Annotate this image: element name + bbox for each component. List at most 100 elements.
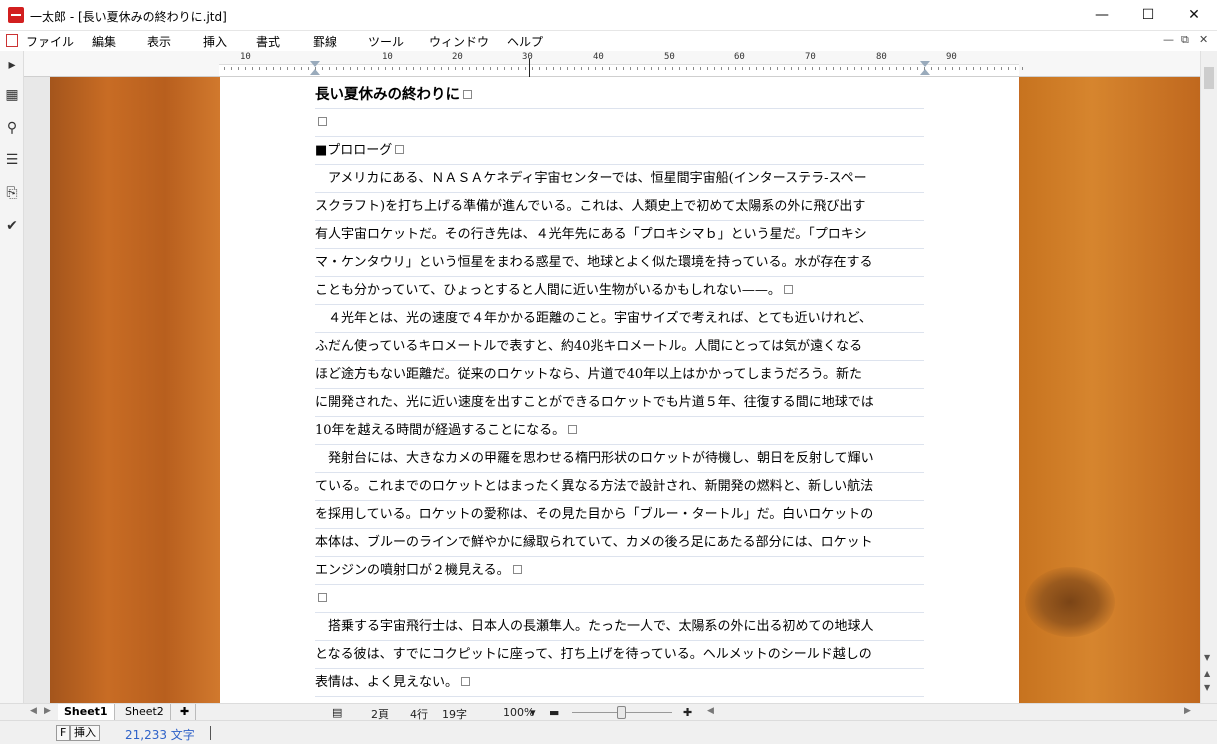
document-page[interactable]: 長い夏休みの終わりに ■プロローグ アメリカにある、ＮＡＳＡケネディ宇宙センターで… — [220, 77, 1019, 703]
line-text: ことも分かっていて、ひょっとすると人間に近い生物がいるかもしれない——。 — [315, 283, 781, 298]
document-line[interactable]: マ・ケンタウリ」という恒星をまわる惑星で、地球とよく似た環境を持っている。水が存… — [315, 249, 924, 277]
line-text: 10年を越える時間が経過することになる。 — [315, 423, 566, 438]
doc-close-button[interactable]: ✕ — [1199, 33, 1208, 46]
menu-window[interactable]: ウィンドウ — [429, 33, 489, 50]
page-down-icon[interactable]: ▼ — [1204, 683, 1210, 692]
document-line[interactable]: となる彼は、すでにコクピットに座って、打ち上げを待っている。ヘルメットのシールド… — [315, 641, 924, 669]
document-line[interactable]: を採用している。ロケットの愛称は、その見た目から「ブルー・タートル」だ。白いロケ… — [315, 501, 924, 529]
scroll-down-icon[interactable]: ▼ — [1204, 653, 1210, 662]
maximize-button[interactable]: ☐ — [1125, 0, 1171, 31]
ruler-tick — [819, 67, 820, 70]
ruler-tick — [1001, 67, 1002, 70]
doc-minimize-button[interactable]: — — [1163, 33, 1174, 46]
ruler-tick — [756, 67, 757, 70]
document-line[interactable]: ほど途方もない距離だ。従来のロケットなら、片道で40年以上はかかってしまうだろう… — [315, 361, 924, 389]
ruler-tick — [896, 67, 897, 70]
menu-view[interactable]: 表示 — [147, 33, 171, 50]
document-line[interactable]: 本体は、ブルーのラインで鮮やかに縁取られていて、カメの後ろ足にあたる部分には、ロ… — [315, 529, 924, 557]
ruler-tick — [364, 67, 365, 70]
list-icon[interactable]: ☰ — [3, 151, 21, 169]
insert-mode-indicator[interactable]: 挿入 — [70, 725, 100, 741]
menu-tools[interactable]: ツール — [368, 33, 404, 50]
sheet-bar: ◀ ▶ Sheet1 Sheet2 ✚ ▤ 2頁 4行 19字 100% ▾ ▬… — [0, 703, 1217, 721]
document-line[interactable]: 表情は、よく見えない。 — [315, 669, 924, 697]
document-icon[interactable] — [6, 34, 18, 47]
app-icon[interactable] — [8, 7, 24, 23]
ruler-tick — [315, 67, 316, 70]
zoom-out-icon[interactable]: ▬ — [549, 706, 559, 719]
document-line[interactable]: ている。これまでのロケットとはまったく異なる方法で設計され、新開発の燃料と、新し… — [315, 473, 924, 501]
line-text: スクラフト)を打ち上げる準備が進んでいる。これは、人類史上で初めて太陽系の外に飛… — [315, 199, 866, 214]
menu-insert[interactable]: 挿入 — [203, 33, 227, 50]
clipboard-icon[interactable]: ⎘ — [3, 184, 21, 202]
document-line[interactable]: ふだん使っているキロメートルで表すと、約40兆キロメートル。人間にとっては気が遠… — [315, 333, 924, 361]
doc-restore-button[interactable]: ⧉ — [1181, 33, 1189, 47]
right-indent-marker[interactable] — [920, 61, 930, 75]
document-line[interactable]: エンジンの噴射口が２機見える。 — [315, 557, 924, 585]
ruler-tick — [910, 67, 911, 70]
page-layout-icon[interactable]: ▤ — [332, 706, 342, 719]
sheet-tab-label: Sheet1 — [64, 705, 108, 718]
menu-format[interactable]: 書式 — [256, 33, 280, 50]
document-line[interactable]: 発射台には、大きなカメの甲羅を思わせる楕円形状のロケットが待機し、朝日を反射して… — [315, 445, 924, 473]
line-text: ほど途方もない距離だ。従来のロケットなら、片道で40年以上はかかってしまうだろう… — [315, 367, 862, 382]
ruler-tick — [553, 67, 554, 70]
play-arrow-icon[interactable]: ▸ — [3, 56, 21, 74]
document-line[interactable] — [315, 585, 924, 613]
ruler-tick — [511, 67, 512, 70]
document-title[interactable]: 長い夏休みの終わりに — [315, 81, 924, 109]
close-button[interactable]: ✕ — [1171, 0, 1217, 31]
document-line[interactable]: スクラフト)を打ち上げる準備が進んでいる。これは、人類史上で初めて太陽系の外に飛… — [315, 193, 924, 221]
function-key-indicator[interactable]: F — [56, 725, 71, 741]
line-text: を採用している。ロケットの愛称は、その見た目から「ブルー・タートル」だ。白いロケ… — [315, 507, 874, 522]
ruler-tick — [259, 67, 260, 70]
ruler-tick — [280, 67, 281, 70]
paragraph-mark-icon — [783, 285, 793, 294]
vertical-scrollbar[interactable]: ▼ ▲ ▼ — [1200, 51, 1217, 703]
line-text: マ・ケンタウリ」という恒星をまわる惑星で、地球とよく似た環境を持っている。水が存… — [315, 255, 873, 270]
document-line[interactable]: ことも分かっていて、ひょっとすると人間に近い生物がいるかもしれない——。 — [315, 277, 924, 305]
ruler-tick — [854, 67, 855, 70]
document-line[interactable]: 搭乗する宇宙飛行士は、日本人の長瀬隼人。たった一人で、太陽系の外に出る初めての地… — [315, 613, 924, 641]
ruler-tick — [266, 67, 267, 70]
horizontal-ruler[interactable]: 10 10 20 30 40 50 60 70 80 90 — [24, 51, 1217, 77]
menu-file[interactable]: ファイル — [26, 33, 74, 50]
ruler-tick — [707, 67, 708, 70]
sheet-tab-1[interactable]: Sheet1 — [58, 704, 115, 721]
check-icon[interactable]: ✔ — [3, 217, 21, 235]
ruler-tick — [616, 67, 617, 70]
line-text: 表情は、よく見えない。 — [315, 675, 459, 690]
grid-view-icon[interactable]: ▦ — [3, 86, 21, 104]
paragraph-mark-icon — [461, 677, 471, 686]
sheet-tab-2[interactable]: Sheet2 — [119, 704, 171, 721]
ruler-tick — [427, 67, 428, 70]
scroll-right-icon[interactable]: ▶ — [1184, 706, 1191, 716]
document-line[interactable]: 有人宇宙ロケットだ。その行き先は、４光年先にある「プロキシマｂ」という星だ。「プ… — [315, 221, 924, 249]
sheet-prev-icon[interactable]: ◀ — [30, 706, 37, 716]
add-sheet-button[interactable]: ✚ — [174, 704, 197, 721]
chevron-down-icon[interactable]: ▾ — [530, 706, 536, 719]
document-line[interactable]: ■プロローグ — [315, 137, 924, 165]
ruler-tick — [420, 67, 421, 70]
document-line[interactable]: に開発された、光に近い速度を出すことができるロケットでも片道５年、往復する間に地… — [315, 389, 924, 417]
menu-ruled-lines[interactable]: 罫線 — [313, 33, 337, 50]
menu-edit[interactable]: 編集 — [92, 33, 116, 50]
document-line[interactable]: アメリカにある、ＮＡＳＡケネディ宇宙センターでは、恒星間宇宙船(インターステラ-… — [315, 165, 924, 193]
ruler-tick — [693, 67, 694, 70]
search-icon[interactable]: ⚲ — [3, 119, 21, 137]
ruler-number: 40 — [593, 52, 604, 62]
ruler-tick — [658, 67, 659, 70]
ruler-tick — [469, 67, 470, 70]
minimize-button[interactable]: — — [1079, 0, 1125, 31]
sheet-next-icon[interactable]: ▶ — [44, 706, 51, 716]
scroll-left-icon[interactable]: ◀ — [707, 706, 714, 716]
document-line[interactable] — [315, 109, 924, 137]
zoom-in-icon[interactable]: ✚ — [683, 706, 692, 719]
zoom-slider-thumb[interactable] — [617, 706, 626, 719]
document-line[interactable]: 10年を越える時間が経過することになる。 — [315, 417, 924, 445]
scroll-thumb[interactable] — [1204, 67, 1214, 89]
paragraph-mark-icon — [395, 145, 405, 154]
document-line[interactable]: ４光年とは、光の速度で４年かかる距離のこと。宇宙サイズで考えれば、とても近いけれ… — [315, 305, 924, 333]
menu-help[interactable]: ヘルプ — [507, 33, 543, 50]
page-up-icon[interactable]: ▲ — [1204, 669, 1210, 678]
